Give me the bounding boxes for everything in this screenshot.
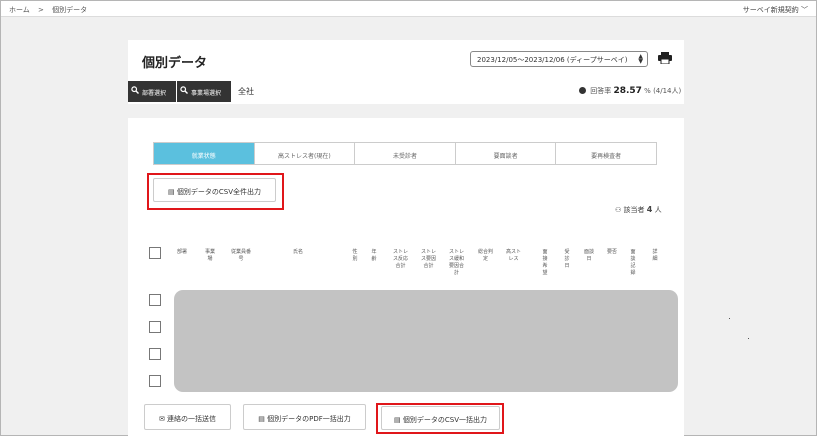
search-icon (180, 86, 188, 94)
tab-unexamined[interactable]: 未受診者 (355, 143, 456, 164)
count-value: 4 (646, 205, 653, 214)
breadcrumb-home[interactable]: ホーム (9, 6, 30, 14)
row-checkbox[interactable] (149, 321, 161, 333)
search-icon (131, 86, 139, 94)
main-card: 就業状態 高ストレス者(現在) 未受診者 要面談者 要再検査者 ▤ 個別データの… (128, 118, 684, 436)
col-header[interactable]: 総合判定 (477, 249, 494, 263)
select-all-checkbox[interactable] (149, 247, 161, 259)
breadcrumb: ホーム > 個別データ (9, 5, 93, 15)
bulk-contact-label: 連絡の一括送信 (167, 415, 217, 423)
document-icon: ▤ (394, 416, 401, 424)
pdf-bulk-export-button[interactable]: ▤ 個別データのPDF一括出力 (243, 404, 366, 430)
pie-icon (579, 87, 586, 94)
site-select-label: 事業場選択 (191, 90, 222, 97)
tab-bar: 就業状態 高ストレス者(現在) 未受診者 要面談者 要再検査者 (153, 142, 657, 165)
col-header[interactable]: 詳細 (651, 249, 659, 263)
csv-all-export-label: 個別データのCSV全件出力 (176, 188, 261, 196)
breadcrumb-current: 個別データ (52, 6, 88, 14)
response-rate: 回答率 28.57 % (4/14人) (579, 86, 681, 96)
document-icon: ▤ (258, 415, 265, 423)
row-checkbox[interactable] (149, 348, 161, 360)
tab-interview-required[interactable]: 要面談者 (456, 143, 557, 164)
page-title: 個別データ (142, 56, 208, 71)
chevron-down-icon: ﹀ (801, 6, 808, 14)
document-icon: ▤ (168, 188, 175, 196)
col-header[interactable]: 部署 (175, 249, 189, 256)
tab-high-stress[interactable]: 高ストレス者(現在) (255, 143, 356, 164)
col-header[interactable]: 受診日 (563, 249, 571, 270)
select-arrows-icon: ▲ ▼ (638, 53, 643, 65)
col-header[interactable]: 面談日 (583, 249, 595, 263)
count-summary: ⚇ 該当者 4 人 (615, 205, 662, 215)
col-header[interactable]: 従業員番号 (229, 249, 253, 263)
col-header[interactable]: ストレス反応合計 (392, 249, 409, 270)
scope-label: 全社 (238, 87, 254, 96)
period-value: 2023/12/05〜2023/12/06 (ディープサーベイ) (477, 56, 628, 64)
col-header[interactable]: 年齢 (370, 249, 378, 263)
rate-detail: (4/14人) (653, 87, 682, 95)
redacted-rows (174, 290, 678, 392)
col-header[interactable]: 氏名 (288, 249, 308, 256)
rate-value: 28.57 (613, 86, 642, 96)
col-header[interactable]: 高ストレス (505, 249, 522, 263)
speck (729, 318, 730, 319)
col-header[interactable]: 性別 (351, 249, 359, 263)
count-label: 該当者 (623, 206, 645, 214)
tab-employment-status[interactable]: 就業状態 (154, 143, 255, 164)
mail-icon: ✉ (158, 415, 165, 423)
site-select-button[interactable]: 事業場選択 (177, 81, 231, 102)
dept-select-button[interactable]: 部署選択 (128, 81, 176, 102)
dept-select-label: 部署選択 (142, 90, 167, 97)
speck (748, 338, 749, 339)
breadcrumb-separator: > (38, 6, 44, 14)
users-icon: ⚇ (615, 206, 622, 214)
period-select[interactable]: 2023/12/05〜2023/12/06 (ディープサーベイ) ▲ ▼ (470, 51, 648, 67)
csv-all-export-button[interactable]: ▤ 個別データのCSV全件出力 (153, 178, 276, 202)
tab-reexam-required[interactable]: 要再検査者 (556, 143, 656, 164)
count-unit: 人 (654, 206, 662, 214)
col-header[interactable]: 要否 (606, 249, 618, 256)
survey-contract-menu[interactable]: サーベイ新規契約 ﹀ (743, 5, 808, 15)
printer-icon[interactable] (658, 52, 672, 64)
col-header[interactable]: 面接希望 (541, 249, 549, 277)
survey-contract-link[interactable]: サーベイ新規契約 (743, 6, 799, 14)
csv-bulk-export-label: 個別データのCSV一括出力 (402, 416, 487, 424)
rate-unit: % (644, 87, 651, 95)
row-checkbox[interactable] (149, 294, 161, 306)
col-header[interactable]: 事業場 (204, 249, 216, 263)
pdf-bulk-export-label: 個別データのPDF一括出力 (267, 415, 351, 423)
header-card: 個別データ 2023/12/05〜2023/12/06 (ディープサーベイ) ▲… (128, 40, 684, 104)
csv-bulk-export-button[interactable]: ▤ 個別データのCSV一括出力 (381, 406, 500, 430)
row-checkbox[interactable] (149, 375, 161, 387)
top-bar: ホーム > 個別データ サーベイ新規契約 ﹀ (1, 1, 816, 17)
col-header[interactable]: ストレス緩和要因合計 (448, 249, 465, 277)
rate-label: 回答率 (590, 87, 612, 95)
col-header[interactable]: 面談記録 (629, 249, 637, 277)
bulk-contact-button[interactable]: ✉ 連絡の一括送信 (144, 404, 231, 430)
col-header[interactable]: ストレス要因合計 (420, 249, 437, 270)
